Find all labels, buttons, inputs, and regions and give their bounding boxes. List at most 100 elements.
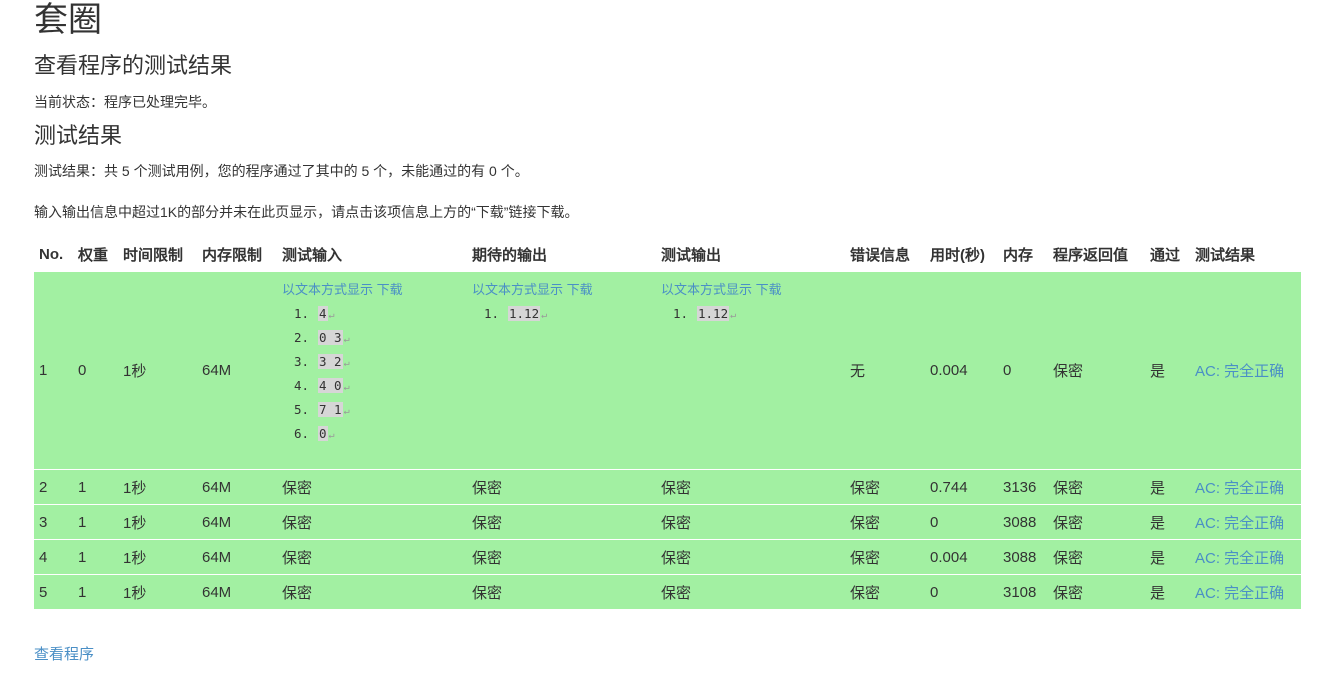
cell-passed: 是 — [1145, 271, 1190, 470]
show-as-text-link[interactable]: 以文本方式显示 — [661, 282, 752, 297]
show-as-text-link[interactable]: 以文本方式显示 — [472, 282, 563, 297]
cell-no: 1 — [34, 271, 73, 470]
io-links: 以文本方式显示 下载 — [282, 281, 467, 299]
cell-error-info: 保密 — [845, 574, 925, 609]
test-result-link[interactable]: AC: 完全正确 — [1195, 363, 1284, 380]
cell-memory: 3108 — [998, 574, 1048, 609]
cell-test-output: 以文本方式显示 下载 1. 1.12 ↵ — [656, 271, 845, 470]
io-line-text: 7 1 — [318, 402, 343, 417]
cell-expected-output: 保密 — [467, 539, 656, 575]
io-line: 2. 0 3 ↵ — [294, 326, 467, 350]
cell-error-info: 无 — [845, 271, 925, 470]
line-break-icon: ↵ — [328, 310, 335, 321]
status-text: 当前状态：程序已处理完毕。 — [34, 94, 216, 110]
table-row: 2 1 1秒 64M 保密 保密 保密 保密 0.744 3136 保密是 AC: 完全正确 — [34, 469, 1301, 505]
cell-return-value: 保密 — [1048, 504, 1145, 540]
cell-memory: 3088 — [998, 504, 1048, 540]
view-program-link[interactable]: 查看程序 — [34, 645, 94, 665]
io-links: 以文本方式显示 下载 — [661, 281, 845, 299]
cell-test-output: 保密 — [656, 469, 845, 505]
cell-time-used: 0 — [925, 574, 998, 609]
header-error-info: 错误信息 — [850, 246, 911, 264]
page-subtitle: 查看程序的测试结果 — [34, 53, 233, 78]
cell-passed: 是 — [1145, 504, 1190, 540]
test-result-link[interactable]: AC: 完全正确 — [1195, 585, 1284, 602]
io-line-number: 3. — [294, 354, 310, 369]
cell-weight: 1 — [73, 504, 118, 540]
cell-no: 4 — [34, 539, 73, 575]
cell-memory-limit: 64M — [197, 539, 277, 575]
page-title: 套圈 — [34, 1, 102, 39]
cell-time-limit: 1秒 — [118, 271, 197, 470]
io-line-text: 3 2 — [318, 354, 343, 369]
io-line: 1. 1.12 ↵ — [484, 302, 656, 326]
header-passed: 通过 — [1150, 246, 1181, 264]
download-link[interactable]: 下载 — [756, 282, 782, 297]
cell-no: 2 — [34, 469, 73, 505]
cell-test-result: AC: 完全正确 — [1190, 539, 1301, 575]
notice-text: 输入输出信息中超过1K的部分并未在此页显示，请点击该项信息上方的“下载”链接下载… — [34, 204, 579, 220]
header-expected-output: 期待的输出 — [472, 246, 548, 264]
io-line-number: 1. — [673, 306, 689, 321]
input-lines: 1. 4 ↵ 2. 0 3 ↵ 3. 3 2 ↵ 4. 4 0 ↵ 5. 7 1 ↵ 6. 0 ↵ — [294, 302, 467, 446]
cell-weight: 1 — [73, 469, 118, 505]
cell-error-info: 保密 — [845, 539, 925, 575]
download-link[interactable]: 下载 — [377, 282, 403, 297]
cell-expected-output: 以文本方式显示 下载 1. 1.12 ↵ — [467, 271, 656, 470]
summary-text: 测试结果：共 5 个测试用例，您的程序通过了其中的 5 个，未能通过的有 0 个… — [34, 163, 529, 179]
download-link[interactable]: 下载 — [567, 282, 593, 297]
cell-expected-output: 保密 — [467, 574, 656, 609]
io-line-text: 4 — [318, 306, 328, 321]
cell-test-output: 保密 — [656, 504, 845, 540]
line-break-icon: ↵ — [343, 334, 350, 345]
line-break-icon: ↵ — [343, 382, 350, 393]
cell-memory-limit: 64M — [197, 574, 277, 609]
cell-test-input: 以文本方式显示 下载 1. 4 ↵ 2. 0 3 ↵ 3. 3 2 ↵ 4. 4 0 ↵ 5. 7 1 ↵ 6… — [277, 271, 467, 470]
io-line: 1. 1.12 ↵ — [673, 302, 845, 326]
header-memory: 内存 — [1003, 246, 1034, 264]
cell-test-input: 保密 — [277, 504, 467, 540]
cell-time-limit: 1秒 — [118, 539, 197, 575]
cell-time-used: 0.004 — [925, 271, 998, 470]
test-result-link[interactable]: AC: 完全正确 — [1195, 515, 1284, 532]
cell-memory: 3136 — [998, 469, 1048, 505]
io-links: 以文本方式显示 下载 — [472, 281, 656, 299]
test-result-link[interactable]: AC: 完全正确 — [1195, 550, 1284, 567]
header-time-limit: 时间限制 — [123, 246, 184, 264]
header-test-output: 测试输出 — [661, 246, 722, 264]
cell-expected-output: 保密 — [467, 504, 656, 540]
cell-memory-limit: 64M — [197, 469, 277, 505]
results-table: No. 权重 时间限制 内存限制 测试输入 期待的输出 测试输出 错误信息 用时… — [34, 237, 1301, 609]
io-line-number: 1. — [484, 306, 500, 321]
cell-return-value: 保密 — [1048, 539, 1145, 575]
cell-test-input: 保密 — [277, 539, 467, 575]
expected-lines: 1. 1.12 ↵ — [484, 302, 656, 326]
cell-test-output: 保密 — [656, 539, 845, 575]
line-break-icon: ↵ — [328, 430, 335, 441]
cell-time-used: 0.004 — [925, 539, 998, 575]
cell-error-info: 保密 — [845, 504, 925, 540]
cell-passed: 是 — [1145, 574, 1190, 609]
io-line: 6. 0 ↵ — [294, 422, 467, 446]
cell-weight: 1 — [73, 574, 118, 609]
cell-passed: 是 — [1145, 539, 1190, 575]
io-line-text: 0 3 — [318, 330, 343, 345]
cell-memory: 0 — [998, 271, 1048, 470]
test-result-link[interactable]: AC: 完全正确 — [1195, 480, 1284, 497]
cell-test-input: 保密 — [277, 469, 467, 505]
results-heading: 测试结果 — [34, 123, 123, 148]
io-line: 5. 7 1 ↵ — [294, 398, 467, 422]
header-memory-limit: 内存限制 — [202, 246, 263, 264]
io-line: 3. 3 2 ↵ — [294, 350, 467, 374]
cell-test-result: AC: 完全正确 — [1190, 271, 1301, 470]
cell-memory-limit: 64M — [197, 271, 277, 470]
header-weight: 权重 — [78, 246, 109, 264]
io-line-text: 1.12 — [508, 306, 541, 321]
cell-time-used: 0 — [925, 504, 998, 540]
show-as-text-link[interactable]: 以文本方式显示 — [282, 282, 373, 297]
cell-return-value: 保密 — [1048, 271, 1145, 470]
cell-memory: 3088 — [998, 539, 1048, 575]
cell-no: 5 — [34, 574, 73, 609]
header-return-value: 程序返回值 — [1053, 246, 1129, 264]
cell-return-value: 保密 — [1048, 469, 1145, 505]
